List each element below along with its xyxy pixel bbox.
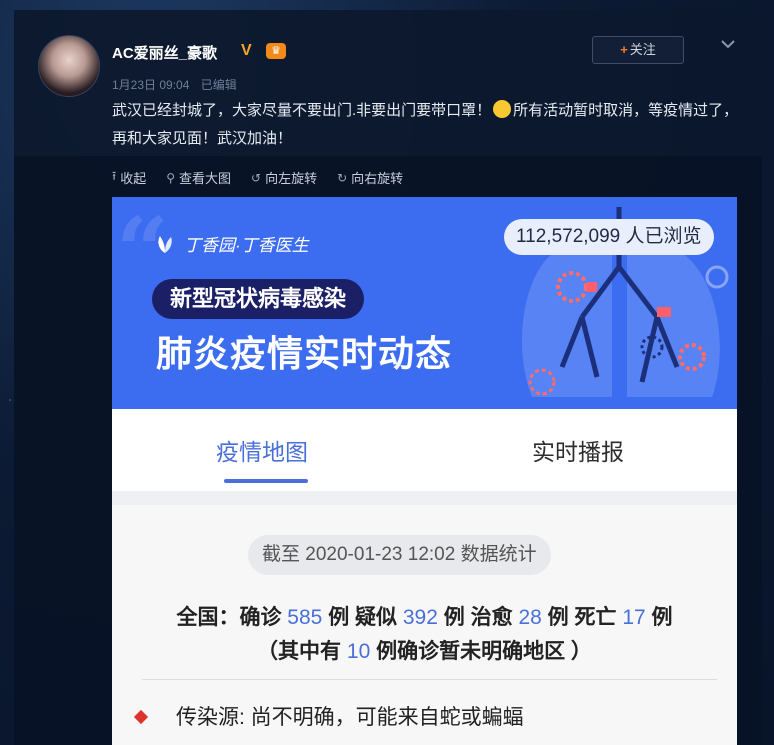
follow-label: 关注 (629, 42, 656, 57)
collapse-label: 收起 (120, 171, 147, 186)
diamond-bullet-icon (133, 709, 149, 725)
rotate-right-icon: ↻ (337, 170, 348, 185)
main-title: 肺炎疫情实时动态 (156, 333, 453, 374)
rotate-left-label: 向左旋转 (265, 171, 318, 186)
author-name[interactable]: AC爱丽丝_豪歌 (112, 42, 217, 63)
national-stats: 全国：确诊 585 例 疑似 392 例 治愈 28 例 死亡 17 例 (112, 601, 737, 631)
crown-icon: ♛ (266, 43, 286, 59)
collapse-button[interactable]: ⭱ 收起 (112, 167, 146, 188)
confirmed-count: 585 (287, 606, 323, 629)
follow-button[interactable]: + 关注 (592, 36, 684, 64)
rotate-left-button[interactable]: ↺ 向左旋转 (251, 167, 317, 188)
suspected-count: 392 (402, 606, 438, 629)
tab-epidemic-map: 疫情地图 (216, 439, 308, 465)
divider-line (142, 679, 717, 680)
plus-icon: + (620, 42, 628, 57)
stats-unit-4: 例 (651, 606, 673, 629)
image-toolbar: ⭱ 收起 ⚲ 查看大图 ↺ 向左旋转 ↻ 向右旋转 (112, 167, 423, 188)
rotate-right-button[interactable]: ↻ 向右旋转 (337, 167, 403, 188)
stats2-suffix: 例确诊暂未明确地区 ） (376, 640, 592, 663)
virus-title-pill: 新型冠状病毒感染 (152, 279, 365, 319)
image-tabs: 疫情地图 实时播报 (112, 409, 737, 491)
collapse-icon: ⭱ (112, 169, 117, 183)
brand-logo: 丁香园·丁香医生 (154, 231, 309, 256)
active-tab-indicator (224, 479, 308, 483)
tab-live-report: 实时播报 (532, 439, 624, 465)
avatar[interactable] (38, 35, 100, 97)
stats-unit-2: 例 治愈 (443, 606, 513, 629)
stats-section: 截至 2020-01-23 12:02 数据统计 全国：确诊 585 例 疑似 … (112, 505, 737, 745)
chevron-down-icon[interactable] (720, 36, 736, 52)
section-divider (112, 491, 737, 505)
verified-icon: V (241, 42, 252, 59)
unclear-region-stats: （其中有 10 例确诊暂未明确地区 ） (112, 635, 737, 665)
sweat-smile-emoji-icon (493, 100, 512, 118)
search-icon: ⚲ (166, 170, 176, 185)
cured-count: 28 (518, 606, 542, 629)
rotate-left-icon: ↺ (251, 170, 262, 185)
infection-source: 传染源: 尚不明确，可能来自蛇或蝙蝠 (176, 706, 524, 729)
stats-prefix: 全国：确诊 (176, 606, 282, 629)
view-large-button[interactable]: ⚲ 查看大图 (166, 167, 231, 188)
stats2-prefix: （其中有 (257, 640, 342, 663)
view-count: 112,572,099 人已浏览 (504, 219, 714, 255)
post-meta: 1月23日 09:04 已编辑 (112, 76, 245, 93)
stats-date-badge: 截至 2020-01-23 12:02 数据统计 (248, 535, 551, 575)
edited-label[interactable]: 已编辑 (201, 78, 237, 92)
content-text-1: 武汉已经封城了，大家尽量不要出门.非要出门要带口罩！ (112, 102, 492, 119)
stats-unit-3: 例 死亡 (547, 606, 617, 629)
stats-unit-1: 例 疑似 (328, 606, 398, 629)
flower-logo-icon (158, 235, 172, 253)
rotate-right-label: 向右旋转 (351, 171, 404, 186)
post-date[interactable]: 1月23日 09:04 (112, 78, 189, 92)
view-large-label: 查看大图 (179, 171, 232, 186)
post-content: 武汉已经封城了，大家尽量不要出门.非要出门要带口罩！ 所有活动暂时取消，等疫情过了… (112, 97, 742, 153)
weibo-post-card: AC爱丽丝_豪歌 V ♛ 1月23日 09:04 已编辑 + 关注 武汉已经封城了… (14, 10, 762, 745)
image-banner: “ 丁香园·丁香医生 112,572,099 人已浏览 新型冠状病毒感染 肺炎疫… (112, 197, 737, 409)
post-image[interactable]: “ 丁香园·丁香医生 112,572,099 人已浏览 新型冠状病毒感染 肺炎疫… (112, 197, 737, 745)
brand-name: 丁香园·丁香医生 (184, 236, 309, 255)
death-count: 17 (622, 606, 646, 629)
unclear-count: 10 (346, 640, 371, 663)
